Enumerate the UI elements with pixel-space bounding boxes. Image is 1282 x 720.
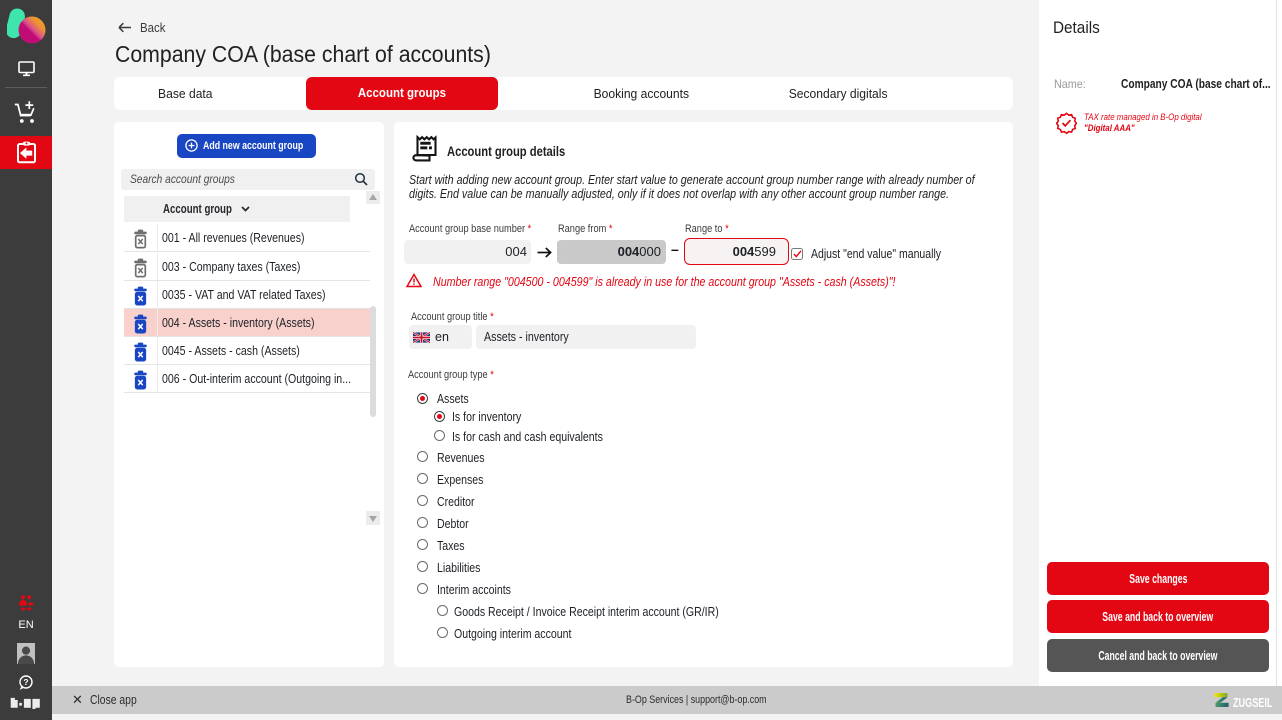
- svg-text:?: ?: [23, 677, 28, 687]
